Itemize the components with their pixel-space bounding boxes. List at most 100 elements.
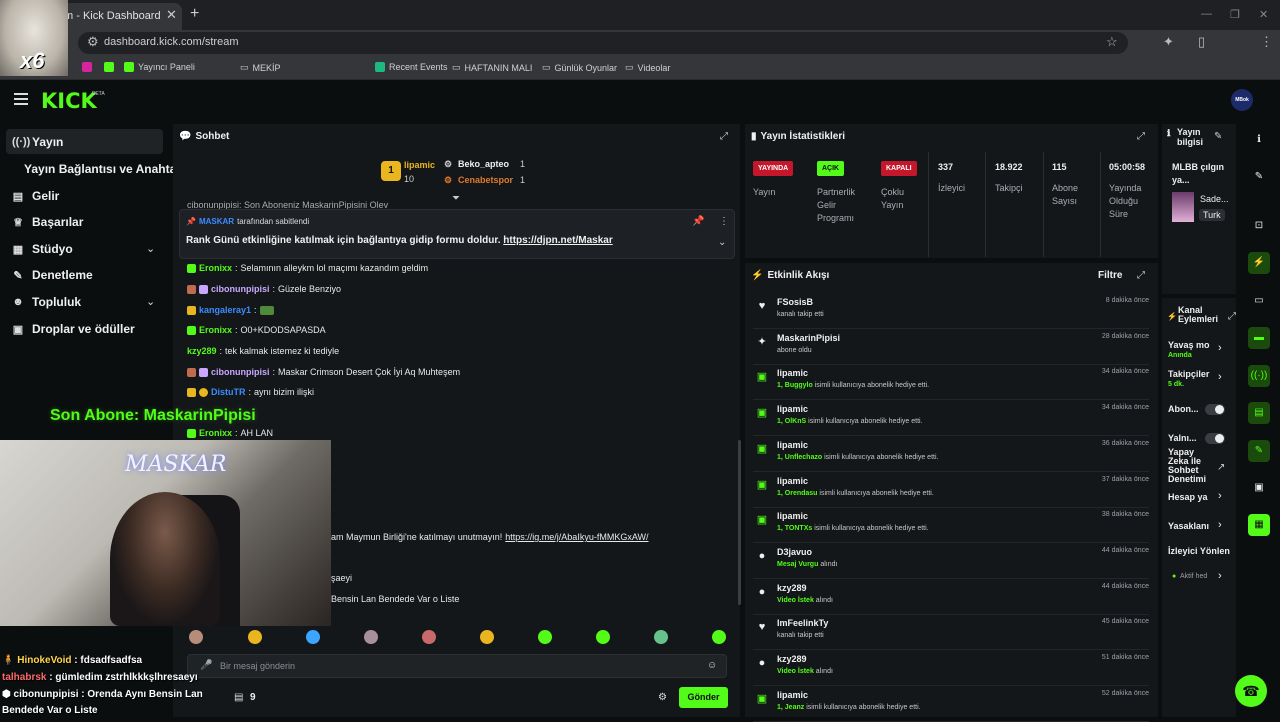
activity-username[interactable]: kzy289	[777, 654, 807, 664]
emote-icon[interactable]	[248, 630, 262, 644]
sidebar-item-droplar[interactable]: ▣ Droplar ve ödüller	[12, 322, 135, 336]
category-name[interactable]: Sade...	[1200, 194, 1229, 204]
sidebar-item-denetleme[interactable]: ✎ Denetleme	[12, 268, 92, 282]
activity-username[interactable]: MaskarinPipisi	[777, 333, 840, 343]
activity-username[interactable]: D3javuo	[777, 547, 812, 557]
activity-username[interactable]: lipamic	[777, 440, 808, 450]
chevron-down-icon[interactable]: ⌄	[146, 242, 155, 255]
activity-item[interactable]: ● D3javuo Mesaj Vurgu alındı 44 dakika önce	[753, 544, 1149, 579]
chat-link[interactable]: https://ig.me/j/AbaIkyu-fMMKGxAW/	[505, 532, 648, 542]
chevron-right-icon[interactable]: ›	[1218, 371, 1222, 383]
emote-icon[interactable]	[596, 630, 610, 644]
support-chat-icon[interactable]: ☎	[1235, 675, 1267, 707]
lightning-icon[interactable]: ⚡	[1248, 252, 1270, 274]
chevron-right-icon[interactable]: ›	[1218, 519, 1222, 531]
sidebar-item-stream-key[interactable]: Yayın Bağlantısı ve Anahtarı	[24, 162, 184, 176]
activity-item[interactable]: ▣ lipamic 1, Unflechazo isimli kullanıcıya…	[753, 437, 1149, 472]
ai-moderation-label[interactable]: Yapay Zeka ile Sohbet Denetimi	[1168, 448, 1213, 484]
sidepanel-icon[interactable]: ▯	[1198, 34, 1205, 50]
chevron-right-icon[interactable]: ›	[1218, 342, 1222, 354]
gift-icon[interactable]: ▣	[1248, 477, 1270, 499]
chevron-down-icon[interactable]: ⌄	[146, 295, 155, 308]
instagram-icon[interactable]	[82, 62, 92, 72]
sidebar-item-yayin[interactable]: ((·)) Yayın	[12, 135, 63, 149]
bans-label[interactable]: Yasaklanı	[1168, 521, 1209, 531]
wrench-icon[interactable]: ✎	[1248, 440, 1270, 462]
clipboard-icon[interactable]: ▭	[1248, 290, 1270, 312]
tab-close-icon[interactable]: ✕	[166, 7, 177, 23]
activity-item[interactable]: ♥ ImFeelinkTy kanalı takip etti 45 dakika ö…	[753, 615, 1149, 651]
chevron-right-icon[interactable]: ›	[1218, 570, 1222, 582]
unpin-icon[interactable]: 📌	[692, 216, 704, 227]
account-avatar[interactable]: MBok	[1231, 89, 1253, 111]
activity-username[interactable]: ImFeelinkTy	[777, 618, 828, 628]
info-icon[interactable]: ℹ	[1248, 129, 1270, 151]
chat-icon[interactable]: ▬	[1248, 327, 1270, 349]
sidebar-item-basarilar[interactable]: ♕ Başarılar	[12, 215, 83, 229]
collapse-arrow-icon[interactable]: ⏷	[452, 193, 460, 204]
maximize-icon[interactable]: ❐	[1230, 8, 1240, 21]
emote-icon[interactable]	[654, 630, 668, 644]
popout-icon[interactable]: ⤢	[720, 131, 728, 142]
activity-item[interactable]: ✦ MaskarinPipisi abone oldu 28 dakika önce	[753, 330, 1149, 365]
bookmark-recent-events[interactable]: Recent Events	[375, 62, 448, 72]
activity-item[interactable]: ▣ lipamic 1, Jeanz isimli kullanıcıya abon…	[753, 687, 1149, 722]
filter-button[interactable]: Filtre	[1098, 270, 1122, 281]
sidebar-item-studyo[interactable]: ▦ Stüdyo	[12, 242, 73, 256]
chevron-right-icon[interactable]: ›	[1218, 490, 1222, 502]
activity-item[interactable]: ▣ lipamic 1, TONTXs isimli kullanıcıya abo…	[753, 508, 1149, 544]
bookmark-mekip[interactable]: ▭ MEKİP	[240, 62, 281, 73]
external-link-icon[interactable]: ↗	[1217, 462, 1225, 473]
popout-icon[interactable]: ⤢	[1137, 131, 1145, 142]
emote-icon[interactable]	[189, 630, 203, 644]
edit-icon[interactable]: ✎	[1248, 166, 1270, 188]
bookmark-haftanin-mali[interactable]: ▭ HAFTANIN MALI	[452, 62, 532, 73]
activity-item[interactable]: ▣ lipamic 1, Buggylo isimli kullanıcıya ab…	[753, 365, 1149, 401]
bookmark-yayinci-paneli[interactable]: Yayıncı Paneli	[124, 62, 195, 72]
account-age-label[interactable]: Hesap ya	[1168, 492, 1208, 502]
edit-icon[interactable]: ✎	[1214, 131, 1222, 142]
browser-tab[interactable]: m - Kick Dashboard	[56, 3, 182, 30]
followers-only-label[interactable]: Takipçiler	[1168, 369, 1209, 379]
top-gifter-1-name[interactable]: lipamic	[404, 160, 435, 170]
kick-bookmark-icon[interactable]	[104, 62, 114, 72]
popout-icon[interactable]: ⤢	[1228, 311, 1236, 322]
menu-icon[interactable]	[14, 93, 28, 108]
broadcast-icon[interactable]: ((·))	[1248, 365, 1270, 387]
emote-icon[interactable]	[364, 630, 378, 644]
site-info-icon[interactable]: ⚙	[87, 34, 99, 50]
emote-only-toggle[interactable]	[1205, 433, 1225, 444]
mic-icon[interactable]: 🎤	[200, 660, 212, 671]
heart-emote-icon[interactable]	[306, 630, 320, 644]
emote-icon[interactable]	[422, 630, 436, 644]
close-window-icon[interactable]: ✕	[1259, 8, 1268, 21]
extensions-icon[interactable]: ✦	[1163, 34, 1174, 50]
bookmark-gunluk-oyunlar[interactable]: ▭ Günlük Oyunlar	[542, 62, 617, 73]
slow-mode-label[interactable]: Yavaş mo	[1168, 340, 1210, 350]
sidebar-item-gelir[interactable]: ▤ Gelir	[12, 189, 60, 203]
activity-item[interactable]: ▣ lipamic 1, OlKnS isimli kullanıcıya abon…	[753, 401, 1149, 437]
activity-item[interactable]: ▣ lipamic 1, Orendasu isimli kullanıcıya a…	[753, 473, 1149, 508]
activity-username[interactable]: FSosisB	[777, 297, 813, 307]
viewer-redirect-label[interactable]: İzleyici Yönlen	[1168, 546, 1230, 556]
stack-icon[interactable]: ▤	[1248, 402, 1270, 424]
activity-item[interactable]: ♥ FSosisB kanalı takip etti 8 dakika önce	[753, 294, 1149, 329]
emote-icon[interactable]	[538, 630, 552, 644]
send-button[interactable]: Gönder	[679, 687, 728, 708]
subs-only-toggle[interactable]	[1205, 404, 1225, 415]
activity-username[interactable]: lipamic	[777, 476, 808, 486]
bookmark-videolar[interactable]: ▭ Videolar	[625, 62, 670, 73]
activity-item[interactable]: ● kzy289 Video İstek alındı 44 dakika önce	[753, 580, 1149, 615]
activity-username[interactable]: kzy289	[777, 583, 807, 593]
chat-scrollbar[interactable]	[738, 440, 741, 605]
more-options-icon[interactable]: ⋮	[719, 216, 729, 227]
chat-settings-icon[interactable]: ⚙	[658, 692, 667, 703]
tag-chip[interactable]: Turk	[1199, 209, 1225, 221]
activity-username[interactable]: lipamic	[777, 404, 808, 414]
sidebar-item-topluluk[interactable]: ☻ Topluluk	[12, 295, 81, 309]
popout-icon[interactable]: ⤢	[1137, 270, 1145, 281]
minimize-icon[interactable]: —	[1201, 8, 1212, 20]
channel-points[interactable]: 9	[250, 692, 256, 703]
new-tab-icon[interactable]: +	[190, 5, 199, 23]
pinned-link[interactable]: https://djpn.net/Maskar	[503, 235, 612, 246]
